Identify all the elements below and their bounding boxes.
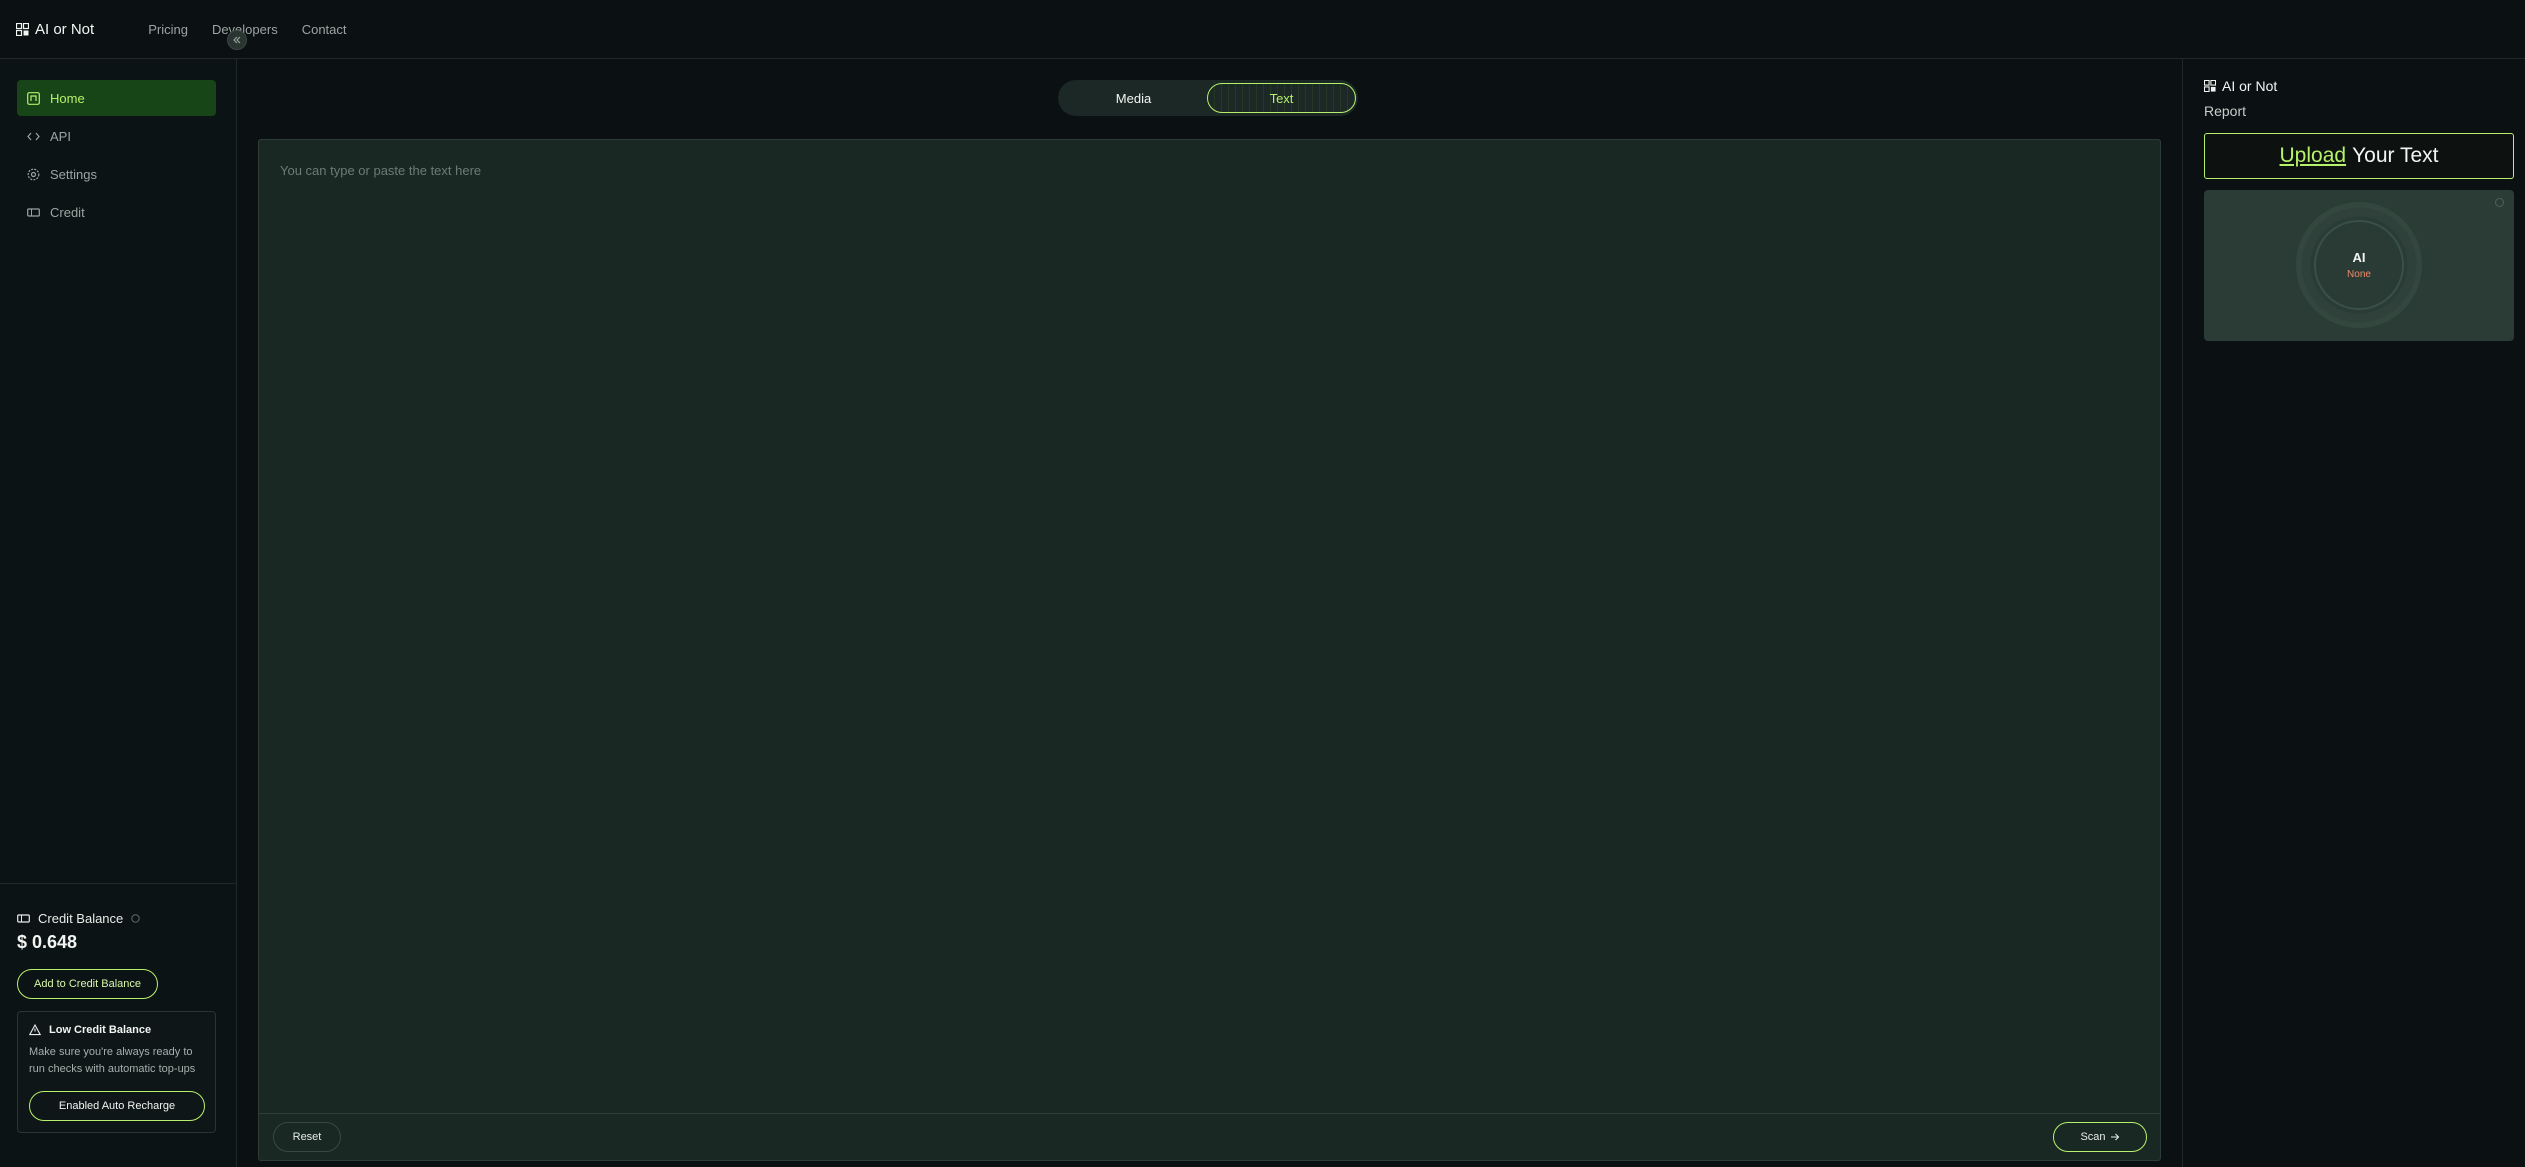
nav-link-contact[interactable]: Contact <box>302 22 347 37</box>
card-status-icon <box>2495 198 2504 207</box>
sidebar-item-settings[interactable]: Settings <box>17 156 216 192</box>
brand-logo[interactable]: AI or Not <box>16 21 94 38</box>
brand-logo-icon <box>16 22 29 36</box>
credit-balance-label: Credit Balance <box>17 911 140 926</box>
scan-button-label: Scan <box>2080 1131 2106 1143</box>
sidebar-menu: Home API Settings Credit <box>17 80 216 232</box>
gauge-label: AI <box>2352 250 2366 265</box>
editor-footer: Reset Scan <box>259 1113 2160 1160</box>
sidebar-item-label: API <box>50 128 71 144</box>
credit-balance-amount: $ 0.648 <box>17 932 78 952</box>
sidebar-item-label: Home <box>50 90 85 106</box>
brand-name: AI or Not <box>35 20 95 38</box>
sidebar-item-home[interactable]: Home <box>17 80 216 116</box>
arrow-right-icon <box>2110 1133 2119 1141</box>
text-editor-panel: Reset Scan <box>258 139 2161 1161</box>
report-subtitle: Report <box>2204 103 2247 119</box>
report-brand: AI or Not <box>2204 78 2277 94</box>
text-input[interactable] <box>280 163 2130 1103</box>
sidebar-item-api[interactable]: API <box>17 118 216 154</box>
ticket-icon <box>17 914 30 923</box>
low-balance-description: Make sure you're always ready to run che… <box>29 1046 196 1075</box>
mode-toggle: Media Text <box>1058 80 1358 116</box>
home-icon <box>27 91 40 105</box>
credit-balance-text: Credit Balance <box>38 911 124 926</box>
tab-media[interactable]: Media <box>1060 83 1207 113</box>
upload-link[interactable]: Upload <box>2280 144 2347 168</box>
upload-banner-text: Your Text <box>2352 144 2439 167</box>
add-credit-button[interactable]: Add to Credit Balance <box>17 969 158 999</box>
chevrons-left-icon <box>233 36 241 44</box>
reset-button[interactable]: Reset <box>273 1122 341 1152</box>
ai-result-card: AI None <box>2204 190 2514 341</box>
upload-text-banner: Upload Your Text <box>2204 133 2514 179</box>
sidebar-item-label: Settings <box>50 166 97 182</box>
top-nav-links: Pricing Developers Contact <box>148 22 346 37</box>
warning-icon <box>29 1024 41 1036</box>
gauge-value: None <box>2347 269 2371 280</box>
collapse-sidebar-button[interactable] <box>227 30 247 50</box>
gear-icon <box>27 168 40 180</box>
scan-button[interactable]: Scan <box>2053 1122 2147 1152</box>
sidebar-item-credit[interactable]: Credit <box>17 194 216 230</box>
code-icon <box>27 132 40 140</box>
top-navbar: AI or Not Pricing Developers Contact <box>0 0 2525 59</box>
nav-link-pricing[interactable]: Pricing <box>148 22 188 37</box>
low-balance-card: Low Credit Balance Make sure you're alwa… <box>17 1011 216 1133</box>
brand-logo-icon <box>2204 80 2216 92</box>
low-balance-title-text: Low Credit Balance <box>49 1024 152 1036</box>
info-icon[interactable] <box>131 914 140 923</box>
sidebar-item-label: Credit <box>50 204 85 220</box>
ticket-icon <box>27 207 40 217</box>
sidebar: Home API Settings Credit Credit Balance … <box>0 59 237 1167</box>
credit-section: Credit Balance $ 0.648 Add to Credit Bal… <box>0 883 237 1167</box>
report-brand-name: AI or Not <box>2222 78 2278 94</box>
low-balance-title: Low Credit Balance <box>29 1024 151 1036</box>
tab-text[interactable]: Text <box>1207 83 1356 113</box>
report-panel: AI or Not Report Upload Your Text AI Non… <box>2182 59 2525 1167</box>
ai-score-gauge <box>2296 202 2422 328</box>
auto-recharge-button[interactable]: Enabled Auto Recharge <box>29 1091 205 1121</box>
